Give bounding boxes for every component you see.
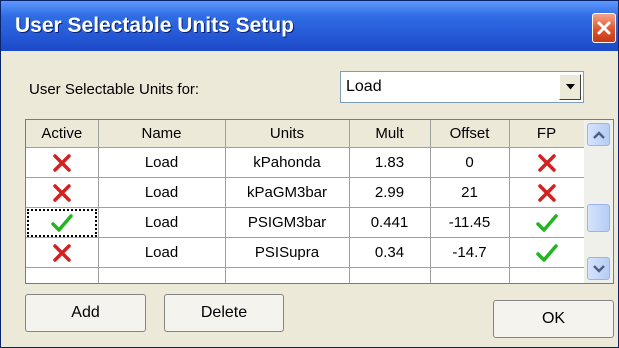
table-row[interactable]: Load kPaGM3bar 2.99 21 xyxy=(26,177,585,208)
dropdown-button[interactable] xyxy=(559,74,581,100)
table-row[interactable]: Load PSIGM3bar 0.441 -11.45 xyxy=(26,207,585,238)
delete-button[interactable]: Delete xyxy=(164,294,284,332)
units-for-value: Load xyxy=(346,78,382,95)
check-icon xyxy=(535,213,558,232)
header-row: Active Name Units Mult Offset FP xyxy=(26,120,585,148)
scroll-up-button[interactable] xyxy=(587,123,610,146)
active-cell xyxy=(26,267,99,283)
units-table: Active Name Units Mult Offset FP Load kPa… xyxy=(26,120,585,283)
units-grid: Active Name Units Mult Offset FP Load kPa… xyxy=(25,119,614,284)
check-icon xyxy=(535,243,558,262)
active-cell[interactable] xyxy=(26,207,99,238)
active-cell[interactable] xyxy=(26,147,99,178)
offset-cell[interactable]: -14.7 xyxy=(430,237,510,268)
window-title: User Selectable Units Setup xyxy=(15,14,294,37)
offset-cell[interactable]: -11.45 xyxy=(430,207,510,238)
column-header-fp[interactable]: FP xyxy=(509,120,585,148)
fp-cell[interactable] xyxy=(509,207,585,238)
name-cell[interactable]: Load xyxy=(98,237,226,268)
close-icon xyxy=(597,21,611,35)
add-button[interactable]: Add xyxy=(25,294,146,332)
active-cell[interactable] xyxy=(26,237,99,268)
name-cell[interactable]: Load xyxy=(98,207,226,238)
offset-cell[interactable]: 0 xyxy=(430,147,510,178)
name-cell[interactable]: Load xyxy=(98,177,226,208)
units-cell[interactable]: kPaGM3bar xyxy=(225,177,350,208)
cross-icon xyxy=(53,243,71,262)
offset-cell[interactable]: 21 xyxy=(430,177,510,208)
mult-cell[interactable]: 0.441 xyxy=(349,207,431,238)
chevron-down-icon xyxy=(593,265,605,273)
check-icon xyxy=(51,213,73,232)
column-header-units[interactable]: Units xyxy=(225,120,350,148)
close-button[interactable] xyxy=(592,13,616,43)
fp-cell[interactable] xyxy=(509,237,585,268)
ok-button[interactable]: OK xyxy=(493,300,614,338)
mult-cell[interactable]: 1.83 xyxy=(349,147,431,178)
chevron-up-icon xyxy=(593,131,605,139)
column-header-mult[interactable]: Mult xyxy=(349,120,431,148)
table-row-partial xyxy=(26,267,585,283)
column-header-offset[interactable]: Offset xyxy=(430,120,510,148)
active-cell[interactable] xyxy=(26,177,99,208)
chevron-down-icon xyxy=(566,84,575,90)
cross-icon xyxy=(537,153,556,172)
scroll-down-button[interactable] xyxy=(587,257,610,280)
units-cell[interactable]: kPahonda xyxy=(225,147,350,178)
fp-cell[interactable] xyxy=(509,147,585,178)
name-cell[interactable]: Load xyxy=(98,147,226,178)
units-cell[interactable]: PSIGM3bar xyxy=(225,207,350,238)
mult-cell[interactable]: 0.34 xyxy=(349,237,431,268)
table-row[interactable]: Load kPahonda 1.83 0 xyxy=(26,147,585,178)
mult-cell[interactable]: 2.99 xyxy=(349,177,431,208)
scroll-thumb[interactable] xyxy=(587,204,610,232)
column-header-name[interactable]: Name xyxy=(98,120,226,148)
vertical-scrollbar[interactable] xyxy=(584,120,613,283)
cross-icon xyxy=(537,183,556,202)
units-setup-dialog: User Selectable Units Setup User Selecta… xyxy=(0,0,619,348)
column-header-active[interactable]: Active xyxy=(26,120,99,148)
fp-cell[interactable] xyxy=(509,177,585,208)
units-cell[interactable]: PSISupra xyxy=(225,237,350,268)
cross-icon xyxy=(53,153,71,172)
title-bar[interactable]: User Selectable Units Setup xyxy=(1,1,618,51)
table-row[interactable]: Load PSISupra 0.34 -14.7 xyxy=(26,237,585,268)
units-for-select[interactable]: Load xyxy=(340,71,584,103)
units-for-label: User Selectable Units for: xyxy=(29,81,200,98)
cross-icon xyxy=(53,183,71,202)
